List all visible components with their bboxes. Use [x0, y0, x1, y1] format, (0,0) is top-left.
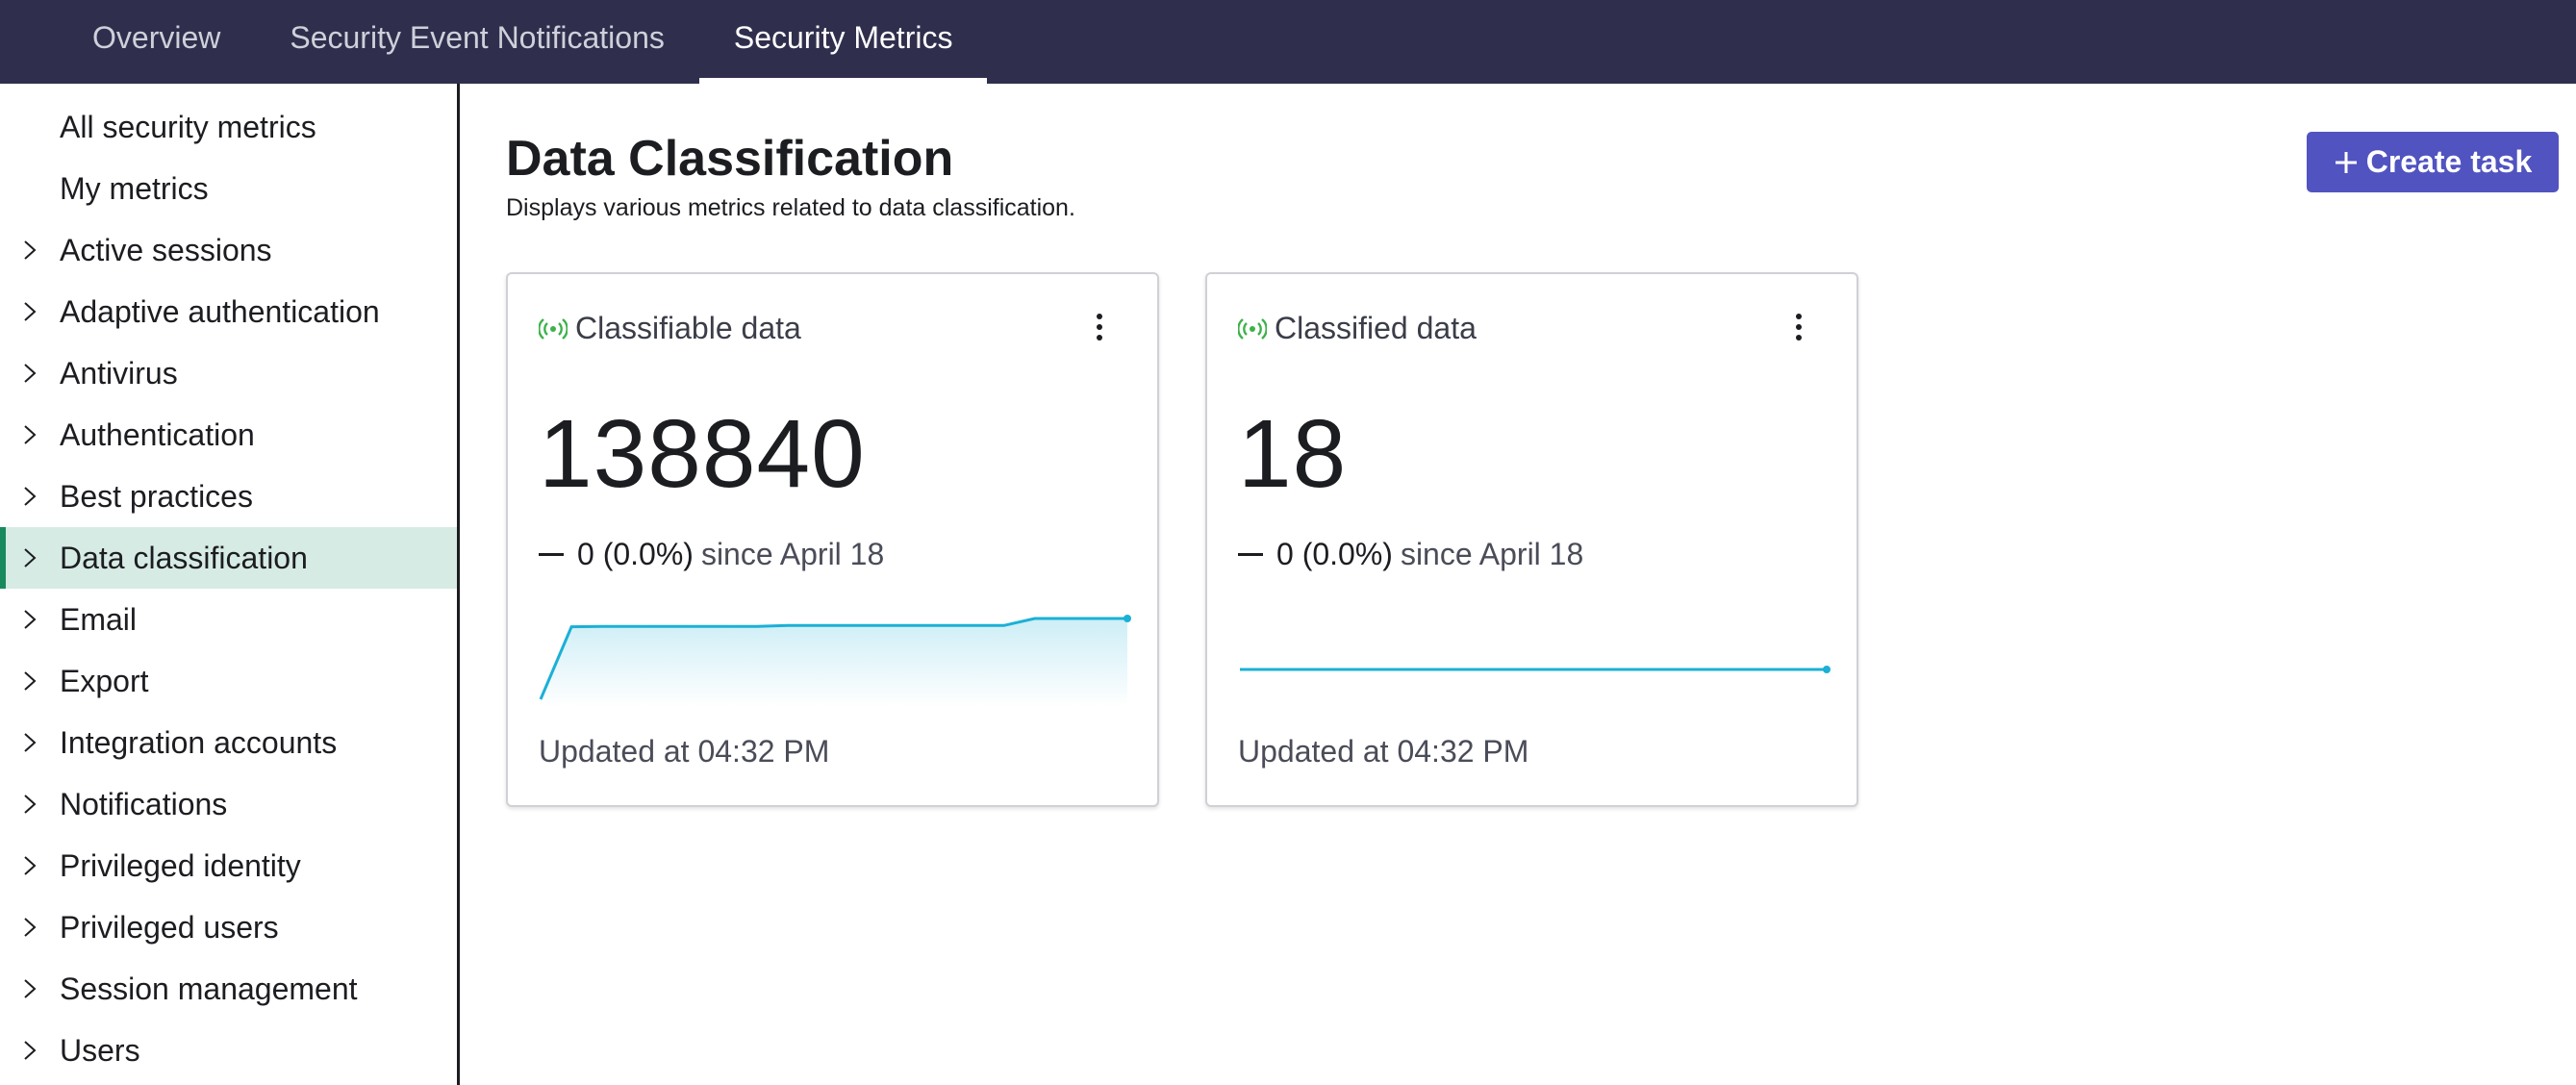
main-content: Data Classification Displays various met… — [462, 84, 2576, 1085]
card-header: Classifiable data — [539, 311, 801, 346]
sidebar-item-label: Antivirus — [60, 355, 178, 391]
sidebar-item-label: Export — [60, 663, 149, 698]
sidebar-item-label: Data classification — [60, 540, 308, 575]
sidebar-item-authentication[interactable]: Authentication — [0, 404, 457, 466]
tab-overview[interactable]: Overview — [58, 0, 255, 84]
delta-since: since April 18 — [1400, 537, 1584, 571]
sparkline-last-point — [1124, 615, 1131, 622]
sidebar-item-my-metrics[interactable]: My metrics — [0, 158, 457, 219]
sparkline-chart — [1240, 666, 1831, 673]
sidebar-item-label: Active sessions — [60, 232, 272, 267]
sidebar-item-active-sessions[interactable]: Active sessions — [0, 219, 457, 281]
delta-since: since April 18 — [700, 537, 885, 571]
top-tabs: Overview Security Event Notifications Se… — [58, 0, 988, 84]
sidebar-item-label: Notifications — [60, 786, 228, 821]
metric-delta: 0 (0.0%) since April 18 — [539, 537, 884, 572]
chevron-right-icon[interactable] — [19, 916, 40, 939]
sidebar-item-privileged-users[interactable]: Privileged users — [0, 896, 457, 958]
sidebar-item-label: Users — [60, 1032, 140, 1068]
card-title: Classified data — [1275, 311, 1477, 345]
metric-card-classifiable-data: Classifiable data 138840 0 (0.0%) since … — [506, 272, 1159, 807]
sidebar-item-label: Session management — [60, 971, 358, 1006]
sidebar-item-label: Adaptive authentication — [60, 293, 380, 329]
chevron-right-icon[interactable] — [19, 300, 40, 323]
chevron-right-icon[interactable] — [19, 854, 40, 877]
sidebar-item-label: My metrics — [60, 170, 209, 206]
updated-timestamp: Updated at 04:32 PM — [539, 734, 830, 769]
metric-value: 138840 — [539, 400, 866, 508]
updated-timestamp: Updated at 04:32 PM — [1238, 734, 1529, 769]
tab-security-metrics[interactable]: Security Metrics — [698, 0, 988, 84]
sparkline-area — [541, 618, 1127, 707]
sidebar-item-integration-accounts[interactable]: Integration accounts — [0, 712, 457, 773]
sparkline-chart — [539, 615, 1131, 707]
sidebar-item-label: Integration accounts — [60, 724, 338, 760]
chevron-right-icon[interactable] — [19, 669, 40, 693]
sidebar-item-session-management[interactable]: Session management — [0, 958, 457, 1020]
chevron-right-icon[interactable] — [19, 793, 40, 816]
chevron-right-icon[interactable] — [19, 362, 40, 385]
sidebar-item-label: Privileged identity — [60, 847, 301, 883]
chevron-right-icon[interactable] — [19, 239, 40, 262]
live-signal-icon — [539, 317, 568, 340]
sidebar-item-all-security-metrics[interactable]: All security metrics — [0, 96, 457, 158]
delta-value: 0 (0.0%) — [1276, 537, 1393, 571]
overflow-menu-icon[interactable] — [1092, 311, 1107, 343]
page-subtitle: Displays various metrics related to data… — [506, 194, 1075, 221]
create-task-label: Create task — [2365, 144, 2533, 179]
metric-delta: 0 (0.0%) since April 18 — [1238, 537, 1583, 572]
chevron-right-icon[interactable] — [19, 423, 40, 446]
metric-card-classified-data: Classified data 18 0 (0.0%) since April … — [1205, 272, 1858, 807]
sidebar-item-adaptive-authentication[interactable]: Adaptive authentication — [0, 281, 457, 342]
metric-value: 18 — [1238, 400, 1348, 508]
chevron-right-icon[interactable] — [19, 608, 40, 631]
sidebar-item-export[interactable]: Export — [0, 650, 457, 712]
plus-icon — [2335, 151, 2357, 173]
overflow-menu-icon[interactable] — [1791, 311, 1806, 343]
sidebar-item-label: All security metrics — [60, 109, 316, 144]
sidebar-item-notifications[interactable]: Notifications — [0, 773, 457, 835]
sidebar-item-label: Privileged users — [60, 909, 279, 945]
no-change-indicator — [539, 553, 564, 556]
no-change-indicator — [1238, 553, 1263, 556]
create-task-button[interactable]: Create task — [2307, 132, 2559, 192]
chevron-right-icon[interactable] — [19, 546, 40, 569]
live-signal-icon — [1238, 317, 1267, 340]
sparkline-last-point — [1823, 666, 1831, 673]
tab-security-event-notifications[interactable]: Security Event Notifications — [255, 0, 699, 84]
sidebar: All security metrics My metrics Active ses… — [0, 84, 460, 1085]
chevron-right-icon[interactable] — [19, 1039, 40, 1062]
top-navigation: Overview Security Event Notifications Se… — [0, 0, 2576, 84]
card-title: Classifiable data — [575, 311, 801, 345]
sidebar-item-antivirus[interactable]: Antivirus — [0, 342, 457, 404]
sidebar-item-privileged-identity[interactable]: Privileged identity — [0, 835, 457, 896]
chevron-right-icon[interactable] — [19, 731, 40, 754]
card-header: Classified data — [1238, 311, 1477, 346]
chevron-right-icon[interactable] — [19, 485, 40, 508]
delta-value: 0 (0.0%) — [577, 537, 694, 571]
chevron-right-icon[interactable] — [19, 977, 40, 1000]
sidebar-item-data-classification[interactable]: Data classification — [0, 527, 457, 589]
sidebar-item-best-practices[interactable]: Best practices — [0, 466, 457, 527]
sidebar-item-email[interactable]: Email — [0, 589, 457, 650]
sidebar-item-label: Authentication — [60, 416, 255, 452]
sidebar-item-label: Email — [60, 601, 138, 637]
page-title: Data Classification — [506, 131, 954, 187]
sidebar-item-label: Best practices — [60, 478, 253, 514]
sidebar-item-users[interactable]: Users — [0, 1020, 457, 1081]
